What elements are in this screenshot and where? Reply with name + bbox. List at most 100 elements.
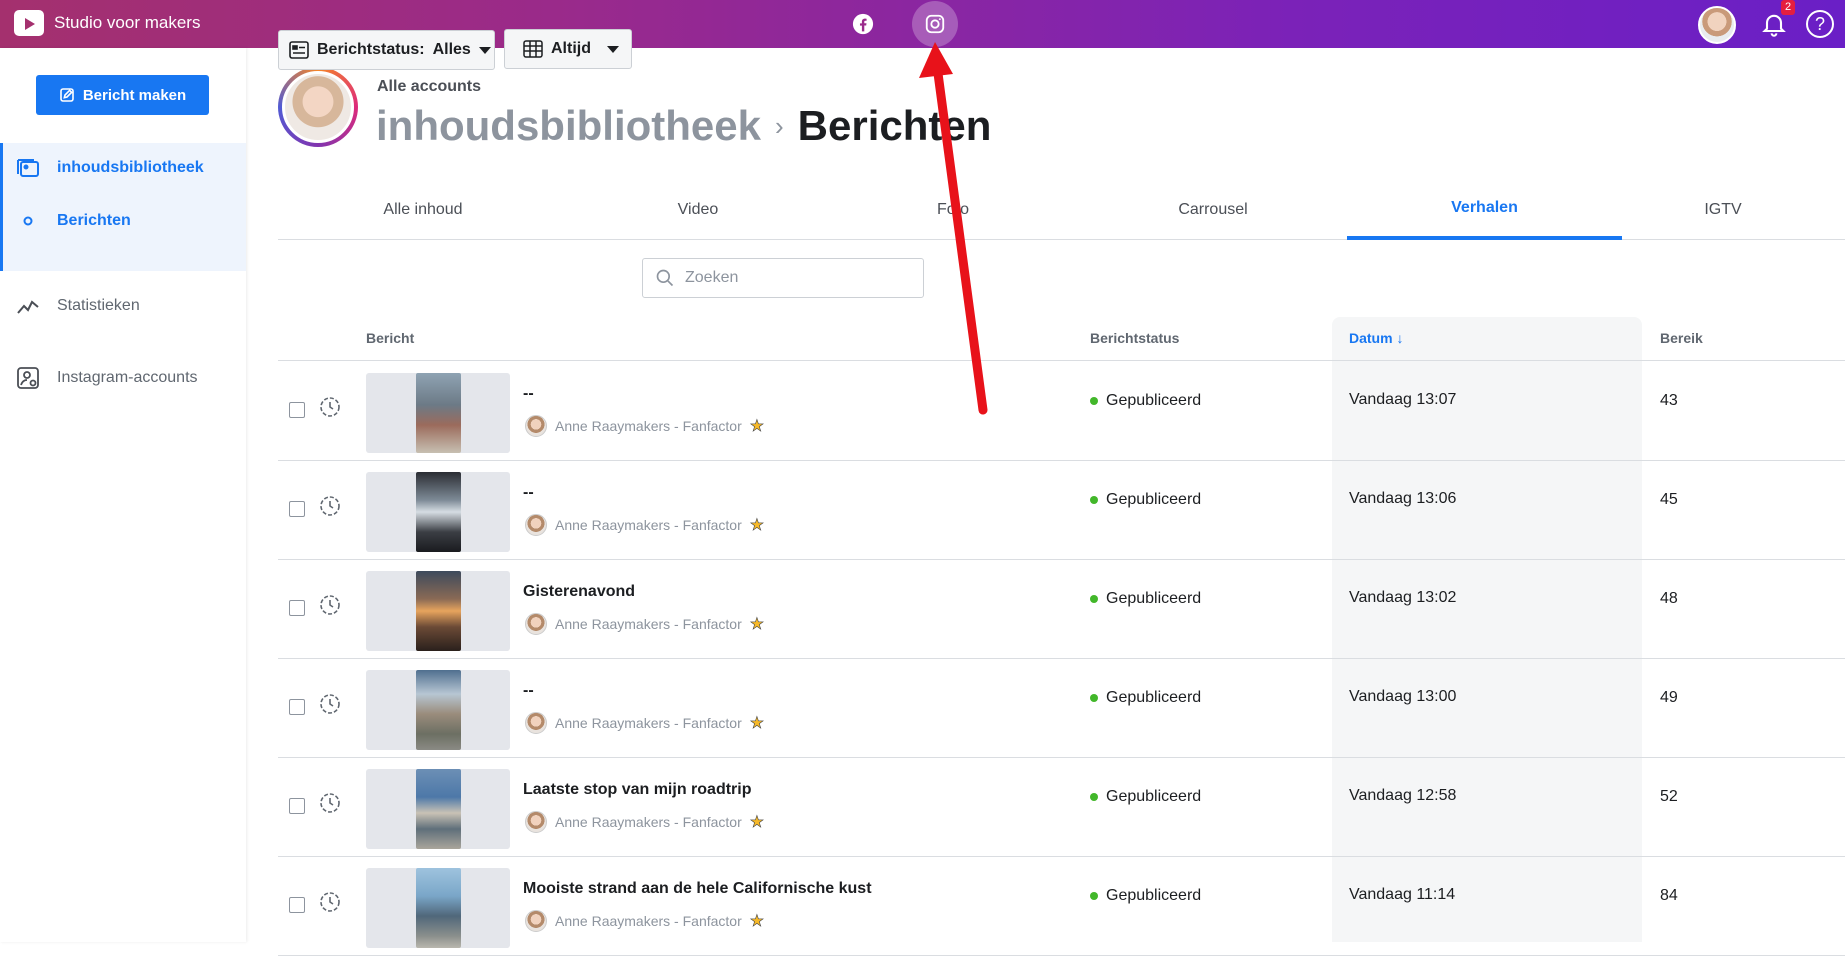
post-reach: 43 [1660, 392, 1678, 409]
breadcrumb: inhoudsbibliotheek › Berichten [376, 102, 991, 150]
user-avatar[interactable] [1698, 6, 1736, 44]
post-title[interactable]: -- [523, 484, 534, 502]
library-icon [17, 159, 39, 177]
post-title[interactable]: Gisterenavond [523, 583, 635, 601]
top-bar: Studio voor makers 2 ? [0, 0, 1845, 48]
star-icon: ★ [749, 814, 765, 832]
post-title[interactable]: Mooiste strand aan de hele Californische… [523, 880, 872, 898]
create-post-button[interactable]: Bericht maken [36, 75, 209, 115]
post-author: Anne Raaymakers - Fanfactor ★ [525, 613, 764, 635]
story-thumbnail[interactable] [366, 670, 510, 750]
account-selector[interactable]: Alle accounts [377, 78, 481, 96]
status-text: Gepubliceerd [1106, 491, 1202, 508]
status-badge: Gepubliceerd [1090, 590, 1201, 608]
author-name: Anne Raaymakers - Fanfactor [555, 913, 742, 929]
row-checkbox[interactable] [289, 402, 305, 418]
post-title[interactable]: -- [523, 385, 534, 403]
author-avatar [525, 514, 547, 536]
post-date: Vandaag 13:07 [1349, 391, 1457, 408]
star-icon: ★ [749, 517, 765, 535]
history-icon [320, 496, 340, 516]
page-title: Berichten [797, 102, 992, 149]
post-author: Anne Raaymakers - Fanfactor ★ [525, 910, 764, 932]
tab-stories[interactable]: Verhalen [1347, 180, 1622, 240]
search-input[interactable] [685, 269, 905, 287]
post-author: Anne Raaymakers - Fanfactor ★ [525, 415, 764, 437]
author-avatar [525, 910, 547, 932]
tab-igtv[interactable]: IGTV [1608, 180, 1838, 240]
instagram-icon [925, 14, 945, 34]
status-text: Gepubliceerd [1106, 887, 1202, 904]
status-text: Gepubliceerd [1106, 788, 1202, 805]
table-row[interactable]: Laatste stop van mijn roadtrip Anne Raay… [278, 758, 1845, 857]
tab-video[interactable]: Video [553, 180, 843, 240]
published-dot-icon [1090, 694, 1098, 702]
post-date: Vandaag 13:02 [1349, 589, 1457, 606]
author-name: Anne Raaymakers - Fanfactor [555, 715, 742, 731]
date-range-filter[interactable]: Altijd [504, 29, 632, 69]
post-date: Vandaag 13:06 [1349, 490, 1457, 507]
column-header-post[interactable]: Bericht [366, 330, 414, 346]
status-text: Gepubliceerd [1106, 590, 1202, 607]
status-filter-value: Alles [432, 41, 471, 58]
help-button[interactable]: ? [1806, 10, 1834, 38]
brand[interactable]: Studio voor makers [14, 10, 200, 36]
author-name: Anne Raaymakers - Fanfactor [555, 517, 742, 533]
table-row[interactable]: Gisterenavond Anne Raaymakers - Fanfacto… [278, 560, 1845, 659]
status-badge: Gepubliceerd [1090, 887, 1201, 905]
sidebar-item-label: Berichten [57, 212, 131, 229]
table-row[interactable]: -- Anne Raaymakers - Fanfactor ★ Gepublic… [278, 461, 1845, 560]
published-dot-icon [1090, 397, 1098, 405]
tab-carousel[interactable]: Carrousel [1063, 180, 1363, 240]
story-thumbnail[interactable] [366, 571, 510, 651]
table-row[interactable]: -- Anne Raaymakers - Fanfactor ★ Gepublic… [278, 659, 1845, 758]
chevron-down-icon [607, 45, 619, 53]
compose-icon [60, 88, 74, 102]
facebook-icon [852, 13, 874, 35]
history-icon [320, 694, 340, 714]
table-row[interactable]: -- Anne Raaymakers - Fanfactor ★ Gepublic… [278, 362, 1845, 461]
breadcrumb-parent[interactable]: inhoudsbibliotheek [376, 102, 761, 150]
sidebar-item-label: Instagram-accounts [57, 369, 198, 386]
create-post-label: Bericht maken [82, 86, 187, 104]
row-checkbox[interactable] [289, 501, 305, 517]
history-icon [320, 892, 340, 912]
breadcrumb-separator: › [775, 110, 784, 141]
published-dot-icon [1090, 595, 1098, 603]
column-header-reach[interactable]: Bereik [1660, 330, 1703, 346]
star-icon: ★ [749, 913, 765, 931]
account-avatar[interactable] [278, 67, 358, 147]
post-title[interactable]: Laatste stop van mijn roadtrip [523, 781, 751, 799]
tab-all-content[interactable]: Alle inhoud [278, 180, 568, 240]
history-icon [320, 793, 340, 813]
table-row[interactable]: Mooiste strand aan de hele Californische… [278, 857, 1845, 956]
status-badge: Gepubliceerd [1090, 491, 1201, 509]
post-author: Anne Raaymakers - Fanfactor ★ [525, 811, 764, 833]
trend-icon [17, 300, 39, 314]
author-avatar [525, 415, 547, 437]
story-thumbnail[interactable] [366, 769, 510, 849]
column-header-date[interactable]: Datum ↓ [1349, 330, 1403, 346]
facebook-tab[interactable] [840, 1, 886, 47]
published-dot-icon [1090, 496, 1098, 504]
author-avatar [525, 811, 547, 833]
post-status-filter[interactable]: Berichtstatus: Alles [278, 30, 495, 70]
story-thumbnail[interactable] [366, 472, 510, 552]
notification-badge: 2 [1781, 0, 1795, 15]
author-avatar [525, 712, 547, 734]
story-thumbnail[interactable] [366, 373, 510, 453]
story-thumbnail[interactable] [366, 868, 510, 948]
row-checkbox[interactable] [289, 798, 305, 814]
row-checkbox[interactable] [289, 699, 305, 715]
row-checkbox[interactable] [289, 897, 305, 913]
column-header-status[interactable]: Berichtstatus [1090, 330, 1179, 346]
post-title[interactable]: -- [523, 682, 534, 700]
post-date: Vandaag 13:00 [1349, 688, 1457, 705]
published-dot-icon [1090, 892, 1098, 900]
instagram-tab[interactable] [912, 1, 958, 47]
account-settings-icon [17, 367, 39, 389]
tab-photo[interactable]: Foto [808, 180, 1098, 240]
sidebar-item-label: inhoudsbibliotheek [57, 159, 204, 176]
row-checkbox[interactable] [289, 600, 305, 616]
author-name: Anne Raaymakers - Fanfactor [555, 814, 742, 830]
